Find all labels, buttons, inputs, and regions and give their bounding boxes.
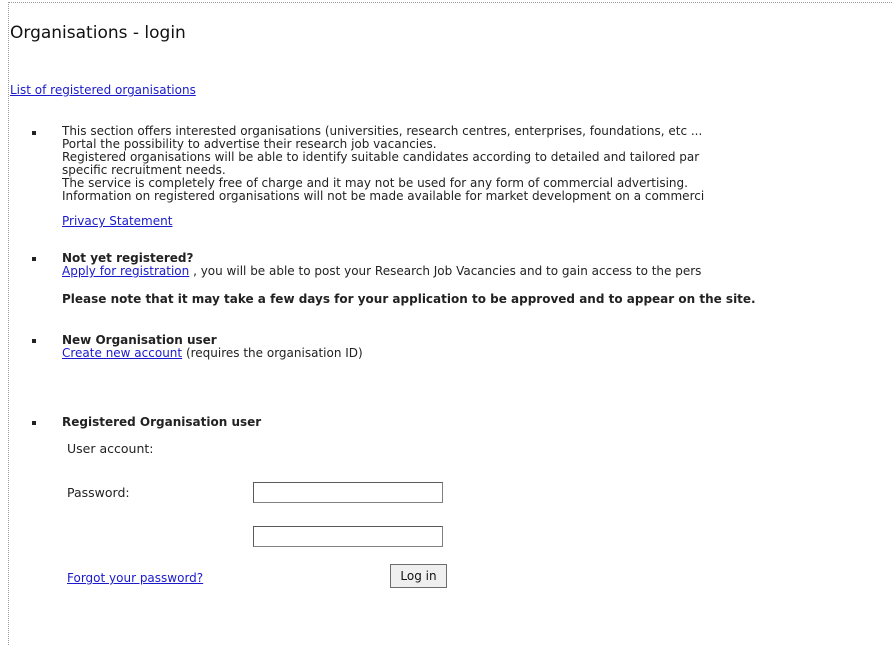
apply-line: Apply for registration , you will be abl…: [62, 265, 701, 278]
apply-for-registration-link[interactable]: Apply for registration: [62, 264, 189, 278]
create-account-line: Create new account (requires the organis…: [62, 347, 363, 360]
bullet-icon: [32, 339, 36, 343]
page-title: Organisations - login: [10, 23, 186, 43]
registered-user-heading: Registered Organisation user: [62, 415, 262, 429]
user-account-input[interactable]: [253, 482, 443, 503]
list-registered-organisations-link[interactable]: List of registered organisations: [10, 83, 196, 97]
apply-description: , you will be able to post your Research…: [189, 264, 702, 278]
intro-line-6: Information on registered organisations …: [62, 189, 705, 203]
forgot-password-link[interactable]: Forgot your password?: [67, 571, 203, 585]
password-input[interactable]: [253, 526, 443, 547]
password-label: Password:: [67, 485, 130, 500]
privacy-statement-link[interactable]: Privacy Statement: [62, 215, 172, 228]
bullet-icon: [32, 257, 36, 261]
create-new-account-link[interactable]: Create new account: [62, 346, 182, 360]
bullet-icon: [32, 421, 36, 425]
login-button[interactable]: Log in: [390, 564, 447, 588]
bullet-icon: [32, 131, 36, 135]
create-account-description: (requires the organisation ID): [182, 346, 363, 360]
approval-note: Please note that it may take a few days …: [62, 292, 756, 306]
content-frame: Organisations - login List of registered…: [8, 2, 892, 645]
user-account-label: User account:: [67, 441, 154, 456]
